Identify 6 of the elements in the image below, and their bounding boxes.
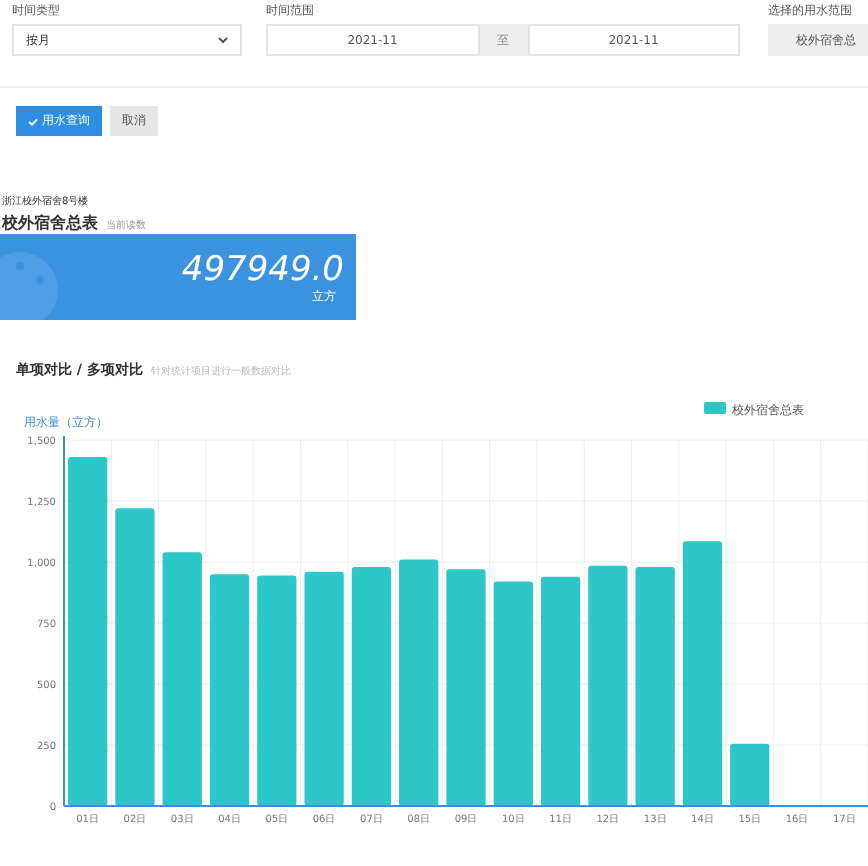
meter-title: 校外宿舍总表 <box>2 214 98 234</box>
meter-reading: 497949.0 <box>181 249 344 289</box>
check-icon <box>28 117 38 125</box>
bar <box>730 742 770 805</box>
legend-swatch-icon <box>704 401 726 413</box>
chevron-down-icon <box>218 36 228 44</box>
